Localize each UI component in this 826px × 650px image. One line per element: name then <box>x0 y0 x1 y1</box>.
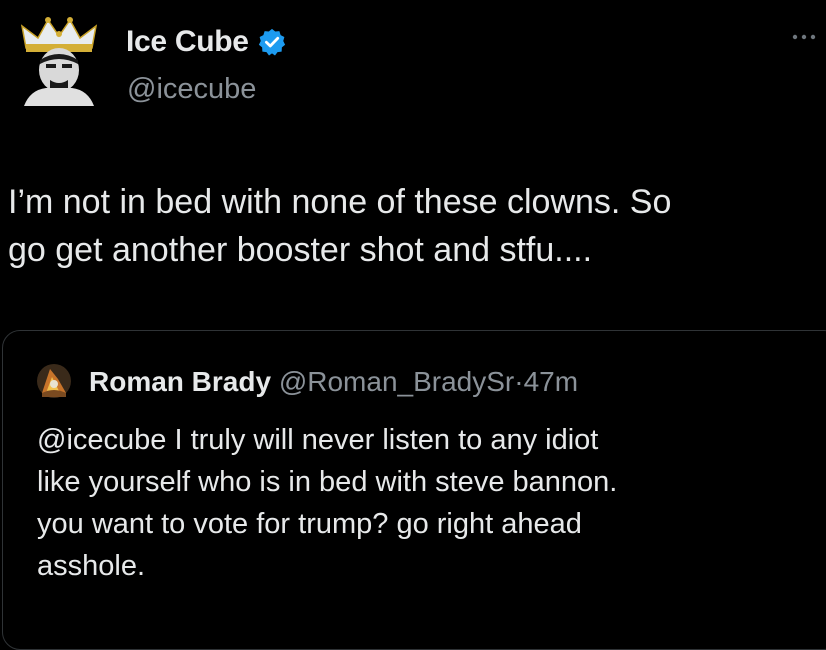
quoted-tweet-card[interactable]: Roman Brady @Roman_BradySr·47m @icecube … <box>2 330 826 650</box>
crowned-portrait-icon <box>20 17 98 106</box>
quoted-author-name[interactable]: Roman Brady <box>89 366 271 397</box>
author-handle[interactable]: @icecube <box>127 72 256 106</box>
author-name-text[interactable]: Ice Cube <box>126 24 249 60</box>
quoted-timestamp[interactable]: 47m <box>524 366 578 397</box>
author-display-name[interactable]: Ice Cube <box>126 24 287 60</box>
quoted-tweet-header: Roman Brady @Roman_BradySr·47m <box>89 365 578 399</box>
author-avatar[interactable] <box>18 14 100 106</box>
quoted-author-handle[interactable]: @Roman_BradySr <box>279 366 514 397</box>
tweet-text: I’m not in bed with none of these clowns… <box>8 183 672 269</box>
verified-badge-icon <box>257 27 287 57</box>
quoted-separator: · <box>514 366 524 397</box>
more-options-icon[interactable] <box>791 30 817 44</box>
quoted-tweet-text: @icecube I truly will never listen to an… <box>37 424 618 582</box>
wizard-avatar-icon[interactable] <box>36 363 72 399</box>
